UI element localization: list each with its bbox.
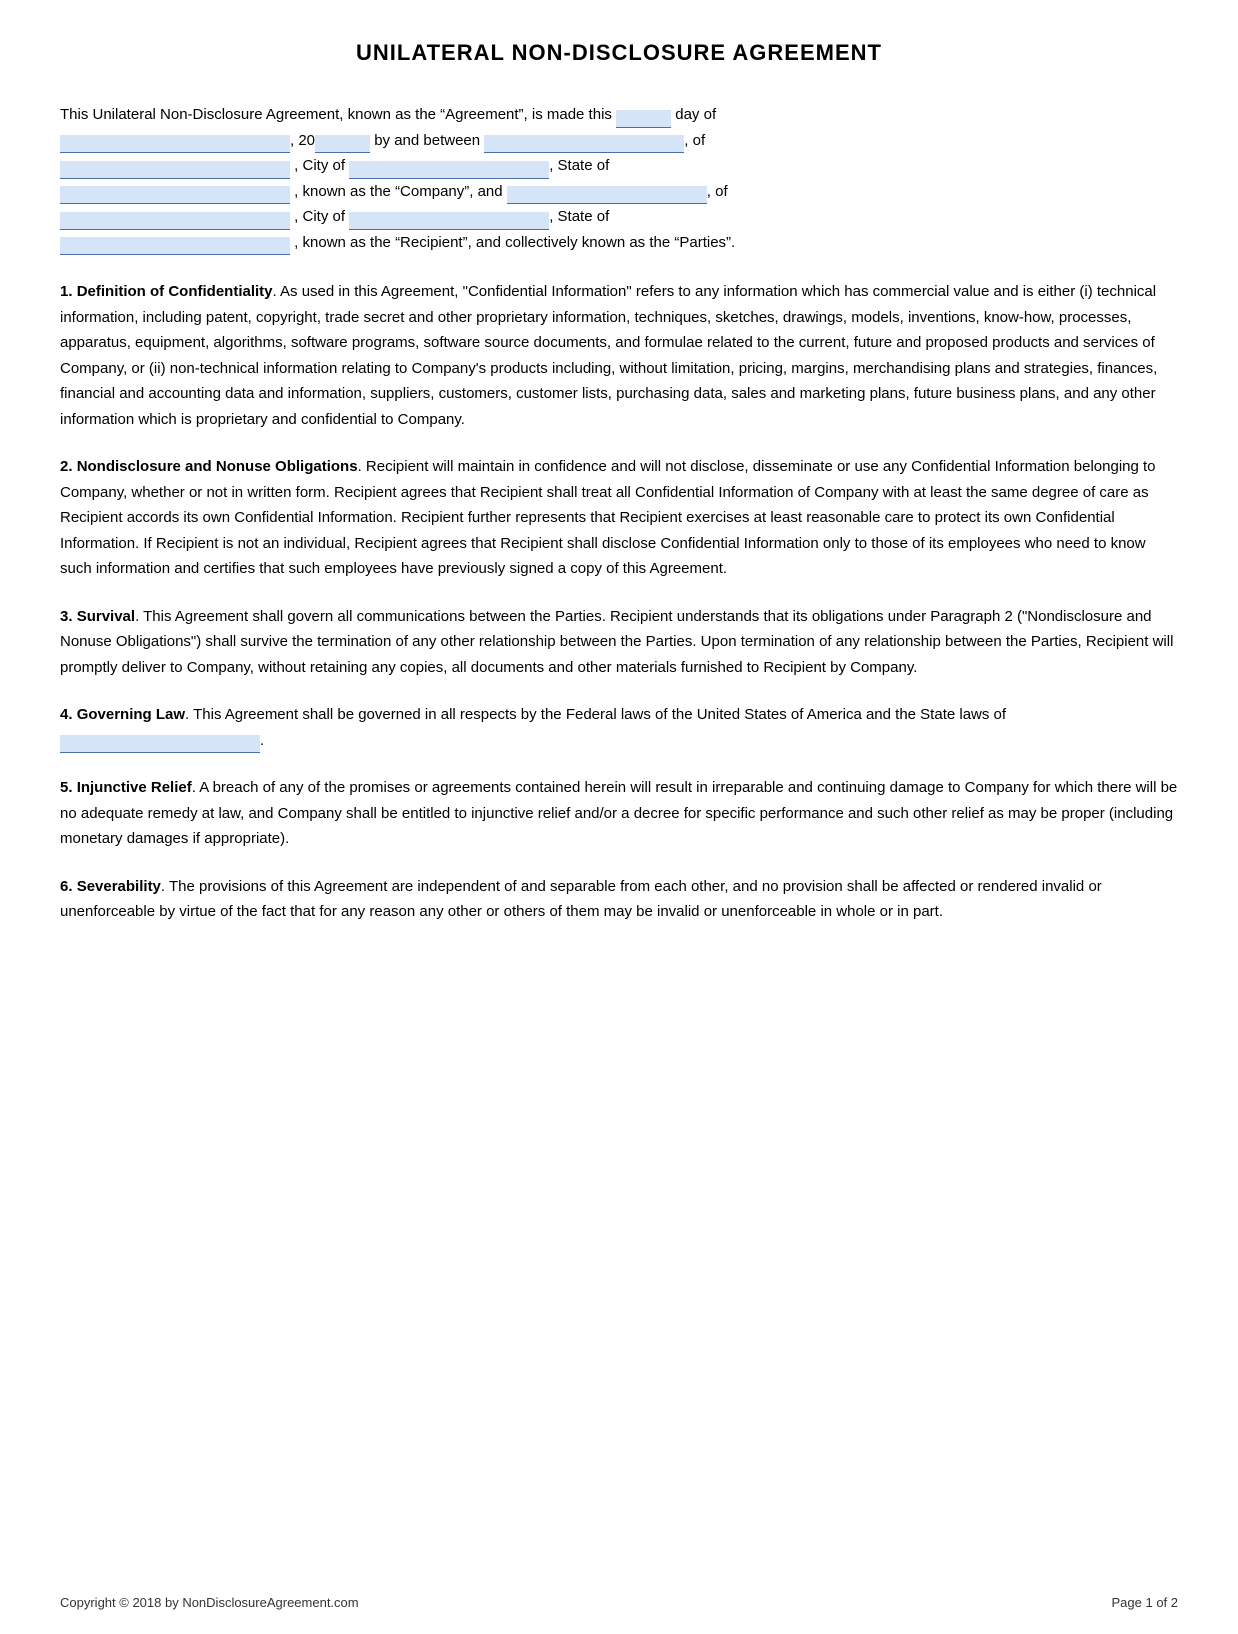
section-1-number: 1. bbox=[60, 283, 77, 300]
intro-state-of-2: State of bbox=[558, 208, 610, 225]
section-2-body: . Recipient will maintain in confidence … bbox=[60, 458, 1156, 577]
section-4-title: Governing Law bbox=[77, 706, 185, 723]
blank-year[interactable] bbox=[315, 135, 370, 153]
section-4-number: 4. bbox=[60, 706, 77, 723]
section-2-number: 2. bbox=[60, 458, 77, 475]
section-1: 1. Definition of Confidentiality. As use… bbox=[60, 279, 1178, 432]
blank-company-state1[interactable] bbox=[60, 186, 290, 204]
blank-company-name2[interactable] bbox=[507, 186, 707, 204]
section-3-title: Survival bbox=[77, 608, 135, 625]
blank-recipient-address[interactable] bbox=[60, 212, 290, 230]
section-5: 5. Injunctive Relief. A breach of any of… bbox=[60, 775, 1178, 852]
intro-20-label: 20 bbox=[298, 132, 315, 149]
intro-by-and-between: by and between bbox=[374, 132, 480, 149]
section-1-title: Definition of Confidentiality bbox=[77, 283, 273, 300]
blank-recipient-state[interactable] bbox=[60, 237, 290, 255]
section-6-body: . The provisions of this Agreement are i… bbox=[60, 878, 1102, 921]
section-5-title: Injunctive Relief bbox=[77, 779, 192, 796]
section-1-body: . As used in this Agreement, "Confidenti… bbox=[60, 283, 1157, 428]
intro-day-label: day of bbox=[675, 106, 716, 123]
intro-paragraph: This Unilateral Non-Disclosure Agreement… bbox=[60, 102, 1178, 255]
document-title: UNILATERAL NON-DISCLOSURE AGREEMENT bbox=[60, 40, 1178, 66]
section-6: 6. Severability. The provisions of this … bbox=[60, 874, 1178, 925]
section-3: 3. Survival. This Agreement shall govern… bbox=[60, 604, 1178, 681]
section-2: 2. Nondisclosure and Nonuse Obligations.… bbox=[60, 454, 1178, 582]
section-2-title: Nondisclosure and Nonuse Obligations bbox=[77, 458, 358, 475]
intro-line1-start: This Unilateral Non-Disclosure Agreement… bbox=[60, 106, 612, 123]
intro-city-of-2: , City of bbox=[294, 208, 345, 225]
intro-known-as-company: , known as the “Company”, and bbox=[294, 183, 502, 200]
blank-year-name[interactable] bbox=[60, 135, 290, 153]
blank-state-law[interactable] bbox=[60, 735, 260, 753]
footer: Copyright © 2018 by NonDisclosureAgreeme… bbox=[60, 1595, 1178, 1610]
blank-company-address1[interactable] bbox=[60, 161, 290, 179]
blank-day[interactable] bbox=[616, 110, 671, 128]
section-3-body: . This Agreement shall govern all commun… bbox=[60, 608, 1173, 676]
intro-known-as-recipient: , known as the “Recipient”, and collecti… bbox=[294, 234, 735, 251]
section-6-title: Severability bbox=[77, 878, 161, 895]
intro-of-1: of bbox=[693, 132, 706, 149]
section-5-body: . A breach of any of the promises or agr… bbox=[60, 779, 1177, 847]
intro-city-of-1: , City of bbox=[294, 157, 345, 174]
section-3-number: 3. bbox=[60, 608, 77, 625]
intro-state-of-1: State of bbox=[558, 157, 610, 174]
intro-of-2: of bbox=[715, 183, 728, 200]
blank-recipient-city[interactable] bbox=[349, 212, 549, 230]
section-4: 4. Governing Law. This Agreement shall b… bbox=[60, 702, 1178, 753]
section-5-number: 5. bbox=[60, 779, 77, 796]
copyright-text: Copyright © 2018 by NonDisclosureAgreeme… bbox=[60, 1595, 359, 1610]
page-number: Page 1 of 2 bbox=[1112, 1595, 1179, 1610]
section-6-number: 6. bbox=[60, 878, 77, 895]
blank-company-city1[interactable] bbox=[349, 161, 549, 179]
blank-company-name1[interactable] bbox=[484, 135, 684, 153]
section-4-body: . This Agreement shall be governed in al… bbox=[185, 706, 1006, 723]
